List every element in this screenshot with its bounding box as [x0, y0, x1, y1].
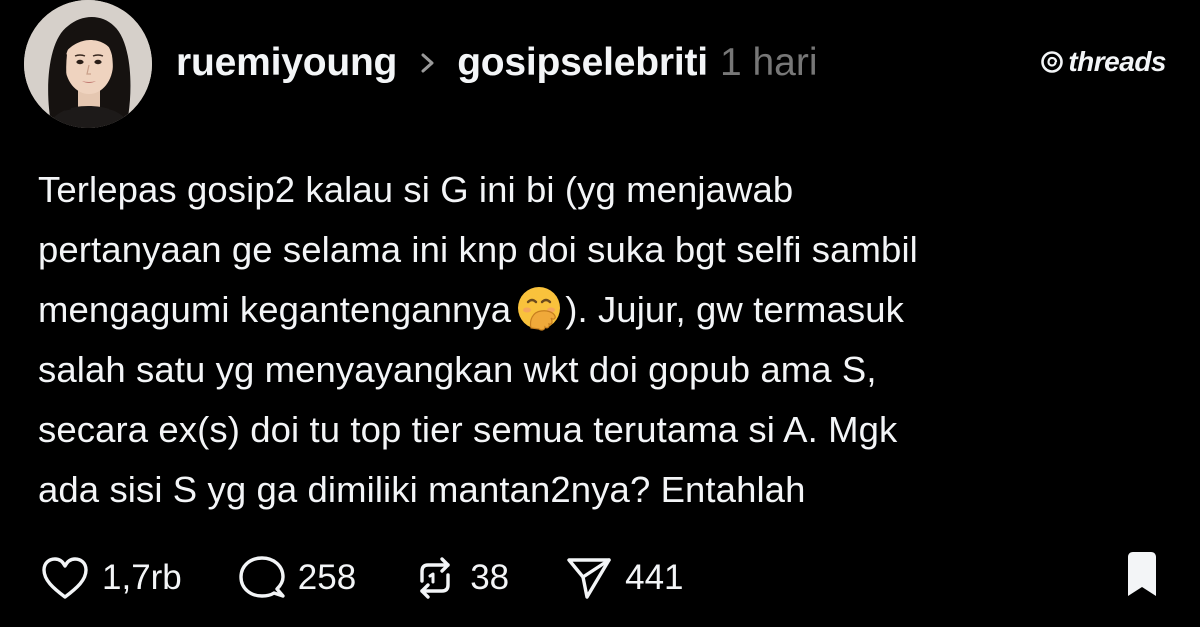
reply-count: 258	[297, 558, 357, 597]
post-text-fragment: mengagumi kegantengannya	[38, 289, 512, 330]
avatar-photo	[24, 0, 152, 128]
threads-wordmark: threads	[1068, 46, 1166, 77]
share-count: 441	[625, 558, 684, 597]
like-button[interactable]: 1,7rb	[40, 555, 182, 601]
post-actions: 1,7rb 258 38 441	[40, 550, 740, 606]
chevron-right-icon	[421, 53, 434, 73]
post-text-line: ada sisi S yg ga dimiliki mantan2nya? En…	[38, 469, 806, 510]
threads-icon	[1041, 51, 1064, 73]
share-button[interactable]: 441	[565, 555, 684, 601]
post-body: Terlepas gosip2 kalau si G ini bi (yg me…	[38, 160, 1168, 520]
post-text-line: secara ex(s) doi tu top tier semua terut…	[38, 409, 898, 450]
bookmark-icon[interactable]	[1124, 551, 1160, 599]
repost-count: 38	[470, 558, 510, 597]
reply-button[interactable]: 258	[238, 554, 356, 602]
speech-bubble-icon	[239, 556, 285, 598]
repost-button[interactable]: 38	[412, 555, 509, 601]
post-header: ruemiyoung gosipselebriti 1 hari	[176, 38, 818, 88]
post-text-line-with-emoji: mengagumi kegantengannya ). Jujur, gw te…	[38, 280, 1168, 340]
community-link[interactable]: gosipselebriti	[457, 41, 708, 85]
username-link[interactable]: ruemiyoung	[176, 41, 397, 85]
like-count: 1,7rb	[102, 558, 182, 597]
send-icon	[567, 558, 611, 599]
post-text-line: salah satu yg menyayangkan wkt doi gopub…	[38, 349, 877, 390]
repost-icon	[420, 557, 450, 599]
heart-icon	[42, 557, 88, 599]
post-text-fragment: ). Jujur, gw termasuk	[565, 289, 905, 330]
post-text-line: Terlepas gosip2 kalau si G ini bi (yg me…	[38, 169, 794, 210]
post-text-line: pertanyaan ge selama ini knp doi suka bg…	[38, 229, 918, 270]
post-timestamp: 1 hari	[719, 41, 818, 84]
avatar[interactable]	[24, 0, 152, 128]
face-with-hand-over-mouth-icon	[518, 287, 561, 331]
threads-logo: threads	[1040, 46, 1166, 78]
